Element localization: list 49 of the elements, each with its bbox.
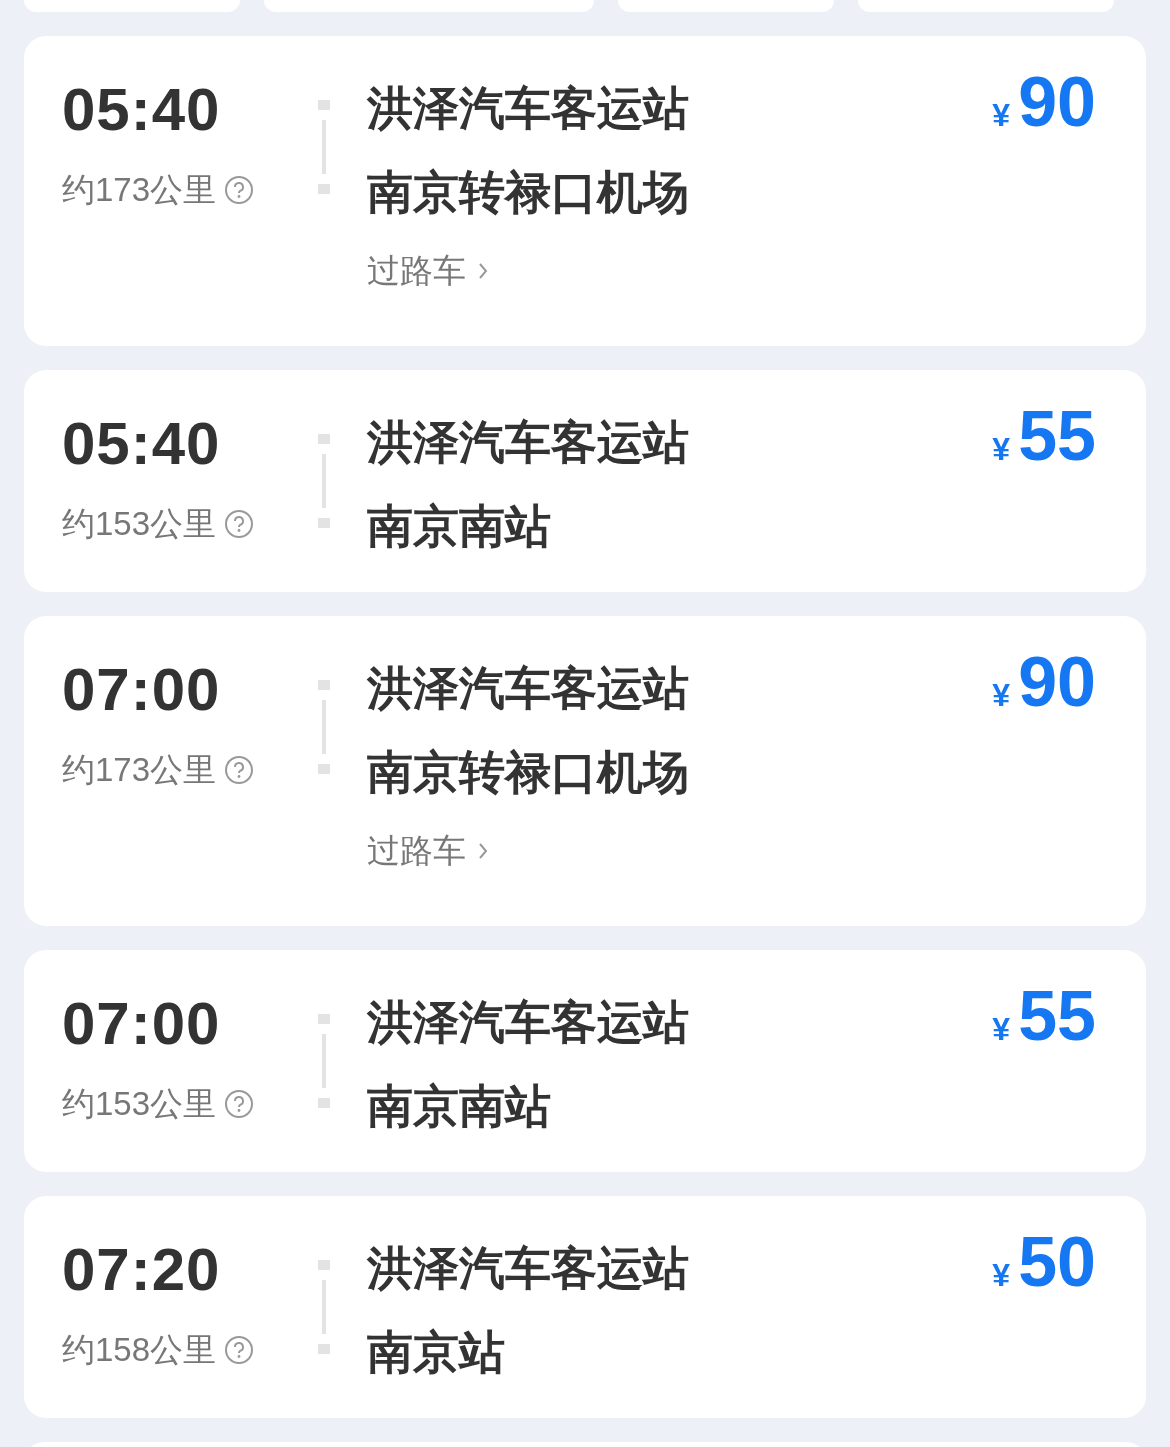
- help-icon[interactable]: [224, 1089, 255, 1119]
- chevron-right-icon: [478, 842, 488, 860]
- departure-time: 05:40: [62, 75, 222, 145]
- origin-station: 洪泽汽车客运站: [367, 660, 690, 717]
- distance-text: 约173公里: [62, 750, 217, 790]
- destination-station: 南京南站: [367, 1078, 552, 1135]
- distance-text: 约153公里: [62, 504, 217, 544]
- route-line-icon: [318, 434, 330, 528]
- currency-symbol: ¥: [992, 96, 1011, 135]
- trip-card[interactable]: 07:00 约173公里 洪泽汽车客运站 南京转禄口机场 过路车 ¥90: [24, 616, 1146, 926]
- ticket-price: 55: [1018, 400, 1096, 472]
- distance-text: 约173公里: [62, 170, 217, 210]
- origin-station: 洪泽汽车客运站: [367, 414, 690, 471]
- help-icon[interactable]: [224, 755, 255, 785]
- pass-through-link[interactable]: 过路车: [367, 814, 993, 888]
- origin-station: 洪泽汽车客运站: [367, 1240, 690, 1297]
- destination-station: 南京转禄口机场: [367, 164, 690, 221]
- help-icon[interactable]: [224, 1335, 255, 1365]
- ticket-price: 55: [1018, 980, 1096, 1052]
- ticket-price: 50: [1018, 1226, 1096, 1298]
- route-line-icon: [318, 680, 330, 774]
- trip-card[interactable]: 07:20 约158公里 洪泽汽车客运站 南京站 ¥50: [24, 1196, 1146, 1418]
- chevron-right-icon: [478, 262, 488, 280]
- trip-card[interactable]: 05:40 约153公里 洪泽汽车客运站 南京南站 ¥55: [24, 370, 1146, 592]
- distance-text: 约158公里: [62, 1330, 217, 1370]
- distance-text: 约153公里: [62, 1084, 217, 1124]
- destination-station: 南京转禄口机场: [367, 744, 690, 801]
- currency-symbol: ¥: [992, 1256, 1011, 1295]
- origin-station: 洪泽汽车客运站: [367, 80, 690, 137]
- trip-card[interactable]: 05:40 约173公里 洪泽汽车客运站 南京转禄口机场 过路车 ¥90: [24, 36, 1146, 346]
- route-line-icon: [318, 1260, 330, 1354]
- help-icon[interactable]: [224, 509, 255, 539]
- departure-time: 07:00: [62, 655, 222, 725]
- trip-card[interactable]: 07:00 约153公里 洪泽汽车客运站 南京南站 ¥55: [24, 950, 1146, 1172]
- pass-through-link[interactable]: 过路车: [367, 234, 993, 308]
- help-icon[interactable]: [224, 175, 255, 205]
- ticket-price: 90: [1018, 66, 1096, 138]
- destination-station: 南京站: [367, 1324, 506, 1381]
- departure-time: 07:20: [62, 1235, 222, 1305]
- route-line-icon: [318, 100, 330, 194]
- currency-symbol: ¥: [992, 430, 1011, 469]
- route-line-icon: [318, 1014, 330, 1108]
- departure-time: 07:00: [62, 989, 222, 1059]
- departure-time: 05:40: [62, 409, 222, 479]
- ticket-price: 90: [1018, 646, 1096, 718]
- destination-station: 南京南站: [367, 498, 552, 555]
- origin-station: 洪泽汽车客运站: [367, 994, 690, 1051]
- currency-symbol: ¥: [992, 1010, 1011, 1049]
- currency-symbol: ¥: [992, 676, 1011, 715]
